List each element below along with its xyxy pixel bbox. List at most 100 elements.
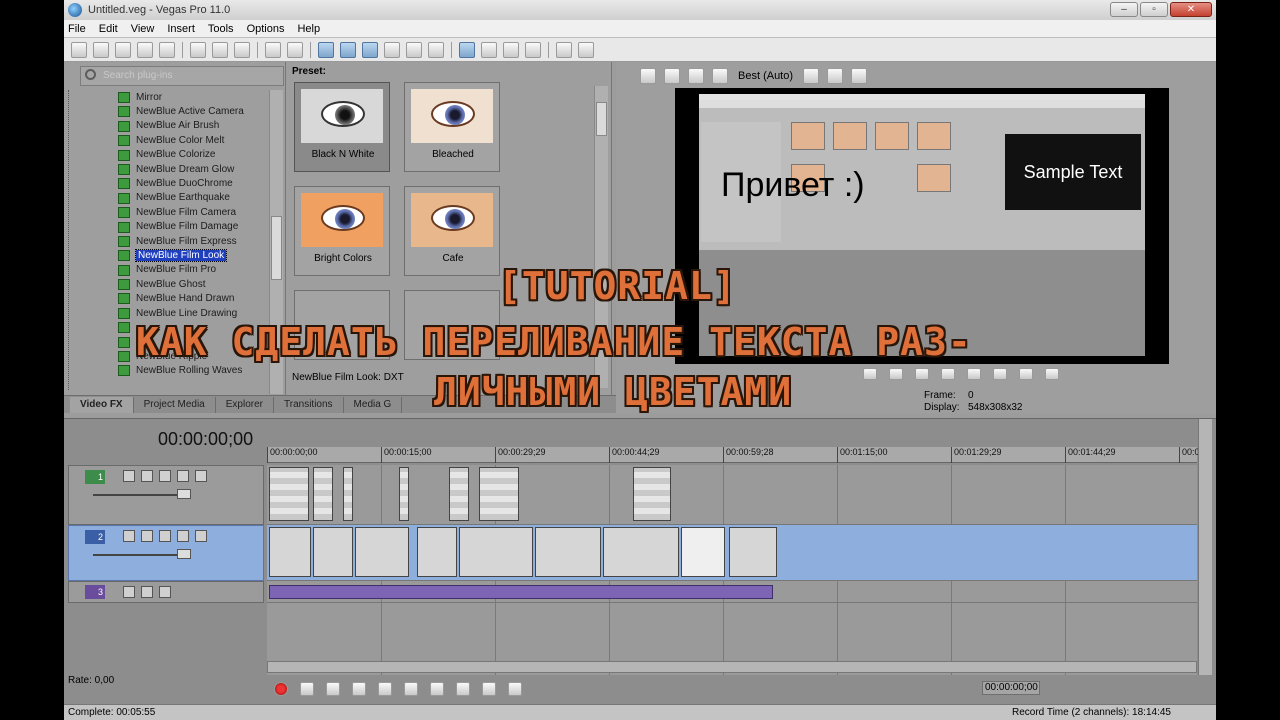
pause-icon[interactable] xyxy=(915,368,929,380)
mute-icon[interactable] xyxy=(177,470,189,482)
go-to-end-icon[interactable] xyxy=(456,682,470,696)
redo-icon[interactable] xyxy=(287,41,303,58)
plugin-item[interactable]: NewBlue Film Express xyxy=(80,234,268,248)
stop-icon[interactable] xyxy=(941,368,955,380)
tab-transitions[interactable]: Transitions xyxy=(274,397,344,413)
video-clip[interactable] xyxy=(633,467,671,521)
video-clip[interactable] xyxy=(313,527,353,577)
plugin-item[interactable]: NewBlue Rolling Waves xyxy=(80,363,268,377)
paste-icon[interactable] xyxy=(234,41,250,58)
menu-help[interactable]: Help xyxy=(297,23,320,35)
go-to-end-icon[interactable] xyxy=(993,368,1007,380)
preset-black-n-white[interactable]: Black N White xyxy=(294,82,390,172)
whats-this-help-icon[interactable] xyxy=(578,41,594,58)
track-header-video-1[interactable]: 1 xyxy=(68,465,264,525)
video-clip[interactable] xyxy=(459,527,533,577)
track-fx-icon[interactable] xyxy=(159,470,171,482)
previous-frame-icon[interactable] xyxy=(1019,368,1033,380)
solo-icon[interactable] xyxy=(195,530,207,542)
cut-icon[interactable] xyxy=(190,41,206,58)
tab-explorer[interactable]: Explorer xyxy=(216,397,274,413)
track-motion-icon[interactable] xyxy=(141,530,153,542)
tab-project-media[interactable]: Project Media xyxy=(134,397,216,413)
scrollbar-thumb[interactable] xyxy=(596,102,607,136)
plugin-item[interactable]: NewBlue Film Camera xyxy=(80,205,268,219)
tab-media-generators[interactable]: Media G xyxy=(344,397,403,413)
open-folder-icon[interactable] xyxy=(93,41,109,58)
plugin-item[interactable]: NewBlue Active Camera xyxy=(80,104,268,118)
search-plugins-input[interactable]: Search plug-ins xyxy=(80,66,284,86)
plugin-item[interactable]: NewBlue Dream Glow xyxy=(80,162,268,176)
track-fx-icon[interactable] xyxy=(159,530,171,542)
loop-playback-icon[interactable] xyxy=(300,682,314,696)
menu-file[interactable]: File xyxy=(68,23,86,35)
mute-icon[interactable] xyxy=(177,530,189,542)
mute-icon[interactable] xyxy=(141,586,153,598)
new-file-icon[interactable] xyxy=(71,41,87,58)
compositing-icon[interactable] xyxy=(123,470,135,482)
video-clip[interactable] xyxy=(417,527,457,577)
level-slider[interactable] xyxy=(93,494,185,496)
video-clip[interactable] xyxy=(449,467,469,521)
solo-icon[interactable] xyxy=(159,586,171,598)
undo-icon[interactable] xyxy=(265,41,281,58)
plugin-item[interactable]: NewBlue Film Look xyxy=(80,248,268,262)
pause-icon[interactable] xyxy=(378,682,392,696)
plugin-item[interactable]: NewBlue Colorize xyxy=(80,148,268,162)
envelope-tool-icon[interactable] xyxy=(340,41,356,58)
menu-insert[interactable]: Insert xyxy=(167,23,195,35)
track-motion-icon[interactable] xyxy=(141,470,153,482)
timeline-horizontal-scrollbar[interactable] xyxy=(267,661,1197,673)
minimize-button[interactable]: – xyxy=(1110,2,1138,17)
video-clip[interactable] xyxy=(479,467,519,521)
level-slider[interactable] xyxy=(93,554,185,556)
time-ruler[interactable]: 00:00:00;00 00:00:15;00 00:00:29;29 00:0… xyxy=(267,447,1200,463)
save-snapshot-icon[interactable] xyxy=(851,68,868,84)
play-icon[interactable] xyxy=(889,368,903,380)
next-frame-icon[interactable] xyxy=(1045,368,1059,380)
video-clip[interactable] xyxy=(399,467,409,521)
split-screen-icon[interactable] xyxy=(688,68,704,84)
audio-clip[interactable] xyxy=(269,585,773,599)
track-header-video-2[interactable]: 2 xyxy=(68,525,264,581)
video-clip[interactable] xyxy=(343,467,353,521)
auto-crossfade-icon[interactable] xyxy=(481,41,497,58)
save-as-icon[interactable] xyxy=(137,41,153,58)
video-clip[interactable] xyxy=(313,467,333,521)
video-clip[interactable] xyxy=(269,527,311,577)
grid-icon[interactable] xyxy=(803,68,820,84)
normal-edit-tool-icon[interactable] xyxy=(318,41,334,58)
preset-bright-colors[interactable]: Bright Colors xyxy=(294,186,390,276)
solo-icon[interactable] xyxy=(195,470,207,482)
level-slider-knob[interactable] xyxy=(177,549,191,559)
plugin-item[interactable]: NewBlue Air Brush xyxy=(80,119,268,133)
video-clip[interactable] xyxy=(729,527,777,577)
go-to-start-icon[interactable] xyxy=(967,368,981,380)
properties-icon[interactable] xyxy=(159,41,175,58)
ignore-grouping-icon[interactable] xyxy=(503,41,519,58)
cursor-time-field[interactable]: 00:00:00;00 xyxy=(982,681,1040,695)
plugin-item[interactable]: NewBlue Hand Drawn xyxy=(80,291,268,305)
previous-frame-icon[interactable] xyxy=(482,682,496,696)
menu-view[interactable]: View xyxy=(131,23,155,35)
stop-icon[interactable] xyxy=(404,682,418,696)
plugin-item[interactable]: NewBlue Film Pro xyxy=(80,263,268,277)
copy-icon[interactable] xyxy=(212,41,228,58)
audio-fx-icon[interactable] xyxy=(123,586,135,598)
menu-edit[interactable]: Edit xyxy=(99,23,118,35)
tab-video-fx[interactable]: Video FX xyxy=(70,397,134,413)
snapping-icon[interactable] xyxy=(459,41,475,58)
zoom-tool-icon[interactable] xyxy=(384,41,400,58)
plugin-item[interactable]: NewBlue Film Damage xyxy=(80,220,268,234)
go-to-start-icon[interactable] xyxy=(430,682,444,696)
play-from-start-icon[interactable] xyxy=(863,368,877,380)
record-icon[interactable] xyxy=(274,682,288,696)
play-icon[interactable] xyxy=(352,682,366,696)
save-icon[interactable] xyxy=(115,41,131,58)
copy-snapshot-icon[interactable] xyxy=(827,68,844,84)
lock-envelopes-icon[interactable] xyxy=(428,41,444,58)
auto-ripple-icon[interactable] xyxy=(406,41,422,58)
scrollbar-thumb[interactable] xyxy=(271,216,282,280)
video-clip[interactable] xyxy=(355,527,409,577)
video-clip[interactable] xyxy=(603,527,679,577)
